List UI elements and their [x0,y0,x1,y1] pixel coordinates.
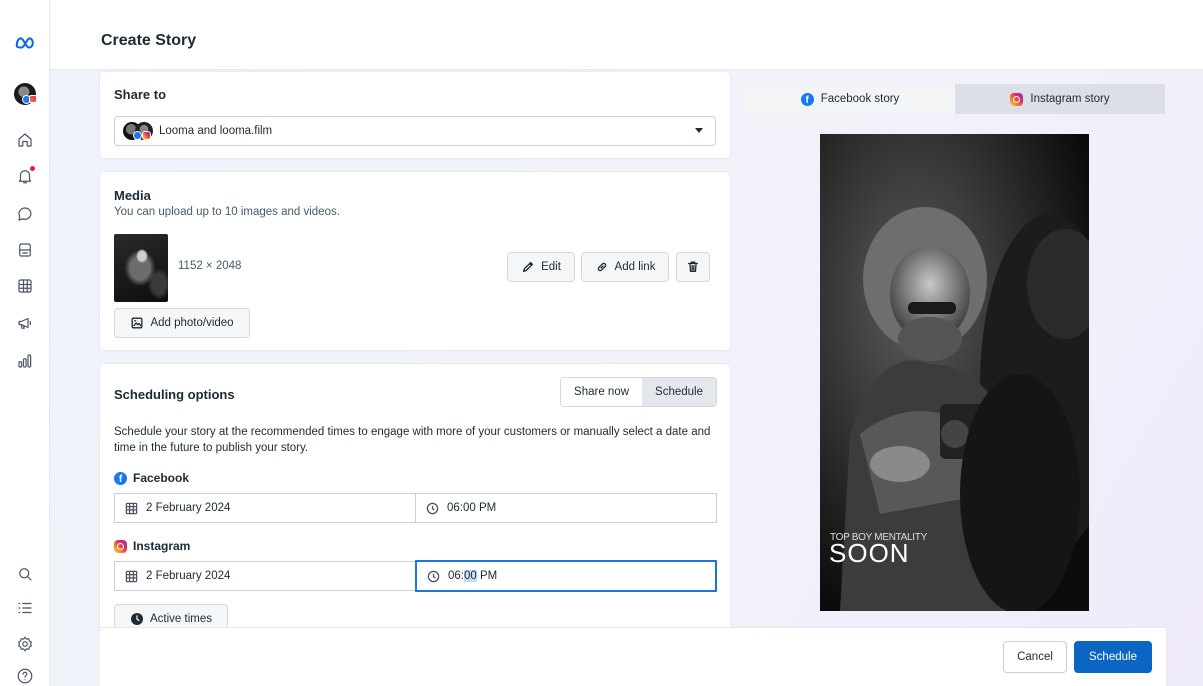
facebook-time-field[interactable]: 06:00 PM [415,493,717,523]
instagram-time-field[interactable]: 06:00 PM [415,560,717,592]
top-bar: Create Story [50,0,1203,70]
schedule-button[interactable]: Schedule [1074,641,1152,673]
edit-button-label: Edit [541,261,561,273]
tab-instagram-story-label: Instagram story [1030,93,1110,105]
add-link-button-label: Add link [614,261,656,273]
instagram-platform-label: Instagram [114,539,190,553]
account-select[interactable]: Looma and looma.film [114,116,716,146]
left-navigation-rail [0,0,50,686]
photo-add-icon [131,317,143,329]
messages-icon[interactable] [13,202,37,226]
meta-logo-icon[interactable] [13,31,37,55]
account-select-value: Looma and looma.film [159,125,273,137]
chevron-down-icon [695,128,703,133]
trash-icon [687,261,699,273]
share-to-heading: Share to [114,87,167,102]
scheduling-card: Scheduling options Share now Schedule Sc… [100,364,730,634]
edit-button[interactable]: Edit [507,252,575,282]
clock-filled-icon [131,613,143,625]
posts-icon[interactable] [13,238,37,262]
facebook-icon: f [800,92,814,106]
schedule-option[interactable]: Schedule [642,378,716,406]
instagram-label-text: Instagram [133,539,191,553]
menu-list-icon[interactable] [13,596,37,620]
schedule-mode-toggle: Share now Schedule [560,377,717,407]
facebook-badge-icon [133,131,142,140]
notifications-icon[interactable] [13,164,37,188]
clock-icon [426,502,439,514]
media-card: Media You can upload up to 10 images and… [100,172,730,350]
footer-bar: Cancel Schedule [100,627,1166,686]
scheduling-heading: Scheduling options [114,387,235,402]
share-now-option[interactable]: Share now [561,378,643,406]
share-to-card: Share to Looma and looma.film [100,72,730,158]
instagram-minute-segment: 00 [464,570,477,582]
facebook-platform-label: f Facebook [114,471,189,485]
pencil-icon [523,261,534,273]
instagram-time-value: 06:00 PM [448,570,498,582]
instagram-icon [114,539,127,553]
facebook-label-text: Facebook [133,471,190,485]
help-icon[interactable] [13,664,37,686]
clock-icon [427,570,440,582]
media-dimensions: 1152 × 2048 [178,260,242,272]
add-photo-video-label: Add photo/video [150,317,234,329]
media-heading: Media [114,188,151,203]
instagram-icon [1010,92,1024,106]
link-icon [597,262,606,272]
calendar-grid-icon[interactable] [13,274,37,298]
facebook-date-field[interactable]: 2 February 2024 [114,493,416,523]
facebook-icon: f [114,471,127,485]
insights-icon[interactable] [13,349,37,373]
account-avatar[interactable] [13,82,37,106]
tab-facebook-story-label: Facebook story [820,93,900,105]
settings-icon[interactable] [13,632,37,656]
calendar-icon [125,570,138,582]
instagram-badge-icon [142,131,151,140]
instagram-date-value: 2 February 2024 [146,570,231,582]
ads-megaphone-icon[interactable] [13,311,37,335]
page-title: Create Story [101,32,197,49]
story-preview: TOP BOY MENTALITY SOON [820,134,1089,611]
instagram-date-field[interactable]: 2 February 2024 [114,561,416,591]
account-avatars [123,121,153,141]
add-link-button[interactable]: Add link [581,252,669,282]
facebook-date-value: 2 February 2024 [146,502,231,514]
calendar-icon [125,502,138,514]
media-thumbnail[interactable] [114,234,168,302]
media-subtitle: You can upload up to 10 images and video… [114,206,340,218]
tab-instagram-story[interactable]: Instagram story [955,84,1165,114]
scheduling-description: Schedule your story at the recommended t… [114,426,711,454]
add-photo-video-button[interactable]: Add photo/video [114,308,250,338]
facebook-time-value: 06:00 PM [447,502,497,514]
story-overlay-big-text: SOON [829,538,910,568]
preview-tabs: f Facebook story Instagram story [745,84,1165,114]
active-times-label: Active times [150,613,212,625]
tab-facebook-story[interactable]: f Facebook story [745,84,955,114]
home-icon[interactable] [13,128,37,152]
cancel-button[interactable]: Cancel [1003,641,1067,673]
delete-button[interactable] [676,252,710,282]
search-icon[interactable] [13,562,37,586]
